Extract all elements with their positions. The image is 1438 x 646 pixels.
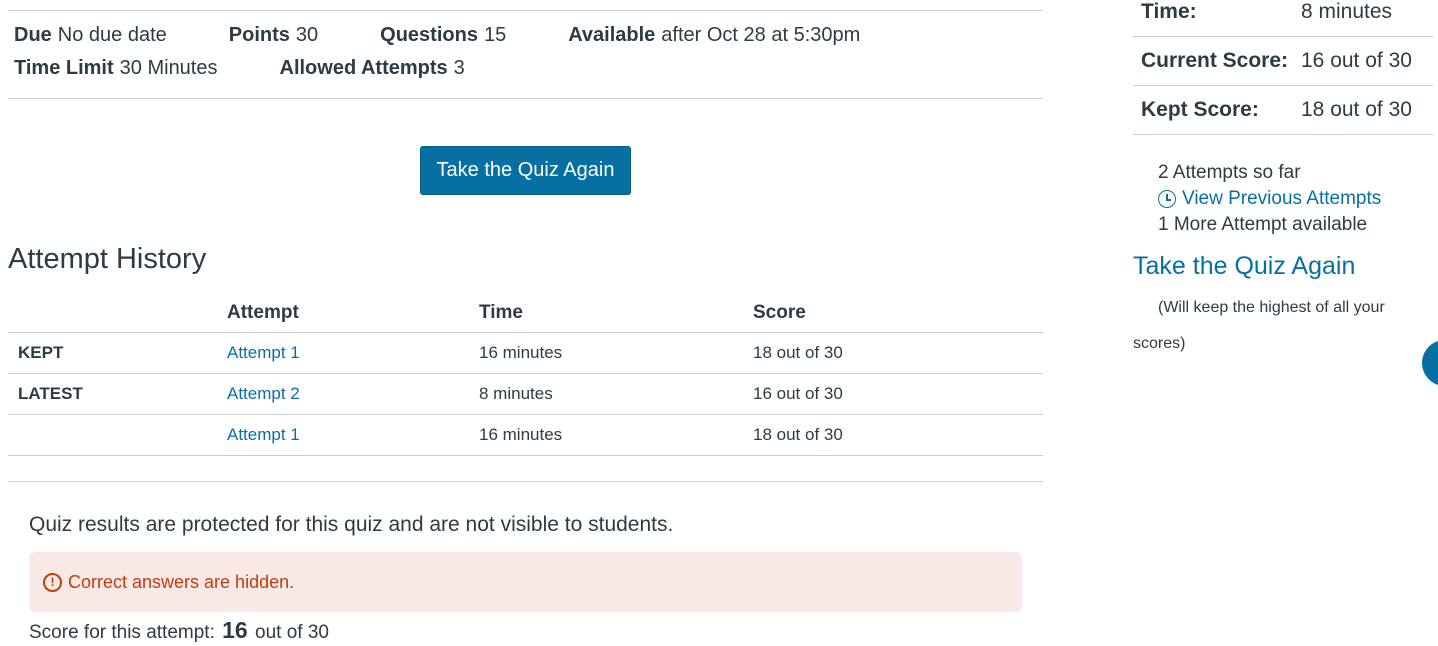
- row-tag: [8, 414, 227, 456]
- due-label: Due: [14, 24, 52, 46]
- due-value: No due date: [57, 24, 167, 46]
- attempt-link[interactable]: Attempt 2: [227, 384, 300, 403]
- table-row: KEPT Attempt 1 16 minutes 18 out of 30: [8, 332, 1043, 374]
- row-score: 18 out of 30: [753, 332, 1043, 374]
- kept-score-label: Kept Score:: [1141, 98, 1259, 121]
- allowed-attempts-value: 3: [453, 57, 465, 79]
- correct-answers-hidden-alert: ! Correct answers are hidden.: [29, 552, 1022, 612]
- available-value: after Oct 28 at 5:30pm: [661, 24, 861, 46]
- attempt-history-table: Attempt Time Score KEPT Attempt 1 16 min…: [8, 294, 1043, 456]
- points-value: 30: [295, 24, 319, 46]
- points-label: Points: [228, 24, 290, 46]
- more-attempts-available: 1 More Attempt available: [1158, 214, 1368, 235]
- alert-text: Correct answers are hidden.: [68, 571, 295, 592]
- sidebar-time-row: Time: 8 minutes: [1133, 0, 1433, 37]
- keep-highest-note: (Will keep the highest of all your score…: [1133, 299, 1385, 352]
- attempts-summary: 2 Attempts so far View Previous Attempts…: [1158, 160, 1381, 238]
- take-quiz-again-link[interactable]: Take the Quiz Again: [1133, 252, 1355, 281]
- points-field: Points 30: [229, 24, 318, 47]
- table-row: LATEST Attempt 2 8 minutes 16 out of 30: [8, 373, 1043, 415]
- row-score: 16 out of 30: [753, 373, 1043, 415]
- column-header-attempt: Attempt: [227, 294, 479, 333]
- kept-score-value: 18 out of 30: [1301, 98, 1412, 121]
- view-previous-attempts-label: View Previous Attempts: [1182, 188, 1382, 209]
- attempt-history-heading: Attempt History: [8, 243, 207, 275]
- due-field: Due No due date: [14, 24, 167, 47]
- attempts-so-far: 2 Attempts so far: [1158, 162, 1301, 183]
- score-value: 16: [222, 617, 248, 643]
- warning-icon: !: [43, 572, 62, 592]
- view-previous-attempts-link[interactable]: View Previous Attempts: [1158, 186, 1381, 212]
- take-quiz-again-button[interactable]: Take the Quiz Again: [420, 146, 631, 195]
- sidebar-time-label: Time:: [1141, 0, 1197, 23]
- sidebar-current-score-row: Current Score: 16 out of 30: [1133, 37, 1433, 86]
- row-tag: LATEST: [8, 373, 227, 415]
- row-time: 8 minutes: [479, 373, 753, 415]
- allowed-attempts-label: Allowed Attempts: [279, 57, 448, 79]
- table-row: Attempt 1 16 minutes 18 out of 30: [8, 414, 1043, 456]
- time-limit-label: Time Limit: [14, 57, 114, 79]
- current-score-label: Current Score:: [1141, 49, 1289, 72]
- row-score: 18 out of 30: [753, 414, 1043, 456]
- attempt-link[interactable]: Attempt 1: [227, 425, 300, 444]
- attempt-link[interactable]: Attempt 1: [227, 343, 300, 362]
- time-limit-value: 30 Minutes: [119, 57, 218, 79]
- sidebar-kept-score-row: Kept Score: 18 out of 30: [1133, 86, 1433, 135]
- questions-label: Questions: [380, 24, 478, 46]
- sidebar-time-value: 8 minutes: [1301, 0, 1393, 23]
- score-prefix: Score for this attempt:: [29, 622, 215, 643]
- column-header-score: Score: [753, 294, 1043, 333]
- questions-field: Questions 15: [380, 24, 506, 47]
- time-limit-field: Time Limit 30 Minutes: [14, 57, 218, 80]
- row-time: 16 minutes: [479, 414, 753, 456]
- available-label: Available: [568, 24, 656, 46]
- score-suffix: out of 30: [255, 622, 329, 643]
- column-header-time: Time: [479, 294, 753, 333]
- row-time: 16 minutes: [479, 332, 753, 374]
- column-header-tag: [8, 294, 227, 333]
- top-divider: [8, 10, 1043, 11]
- row-tag: KEPT: [8, 332, 227, 374]
- quiz-sidebar: Time: 8 minutes Current Score: 16 out of…: [1133, 0, 1438, 646]
- details-divider: [8, 98, 1043, 99]
- quiz-details-row-1: Due No due date Points 30 Questions 15 Avai…: [14, 24, 910, 47]
- allowed-attempts-field: Allowed Attempts 3: [280, 57, 465, 80]
- quiz-details-row-2: Time Limit 30 Minutes Allowed Attempts 3: [14, 57, 515, 80]
- clock-icon: [1158, 190, 1176, 208]
- attempt-score-line: Score for this attempt: 16 out of 30: [29, 617, 329, 644]
- quiz-main-content: Due No due date Points 30 Questions 15 Avai…: [8, 0, 1043, 646]
- table-header-row: Attempt Time Score: [8, 294, 1043, 333]
- available-field: Available after Oct 28 at 5:30pm: [568, 24, 860, 47]
- current-score-value: 16 out of 30: [1301, 49, 1412, 72]
- results-divider: [8, 481, 1043, 482]
- questions-value: 15: [483, 24, 507, 46]
- results-protected-text: Quiz results are protected for this quiz…: [29, 513, 674, 536]
